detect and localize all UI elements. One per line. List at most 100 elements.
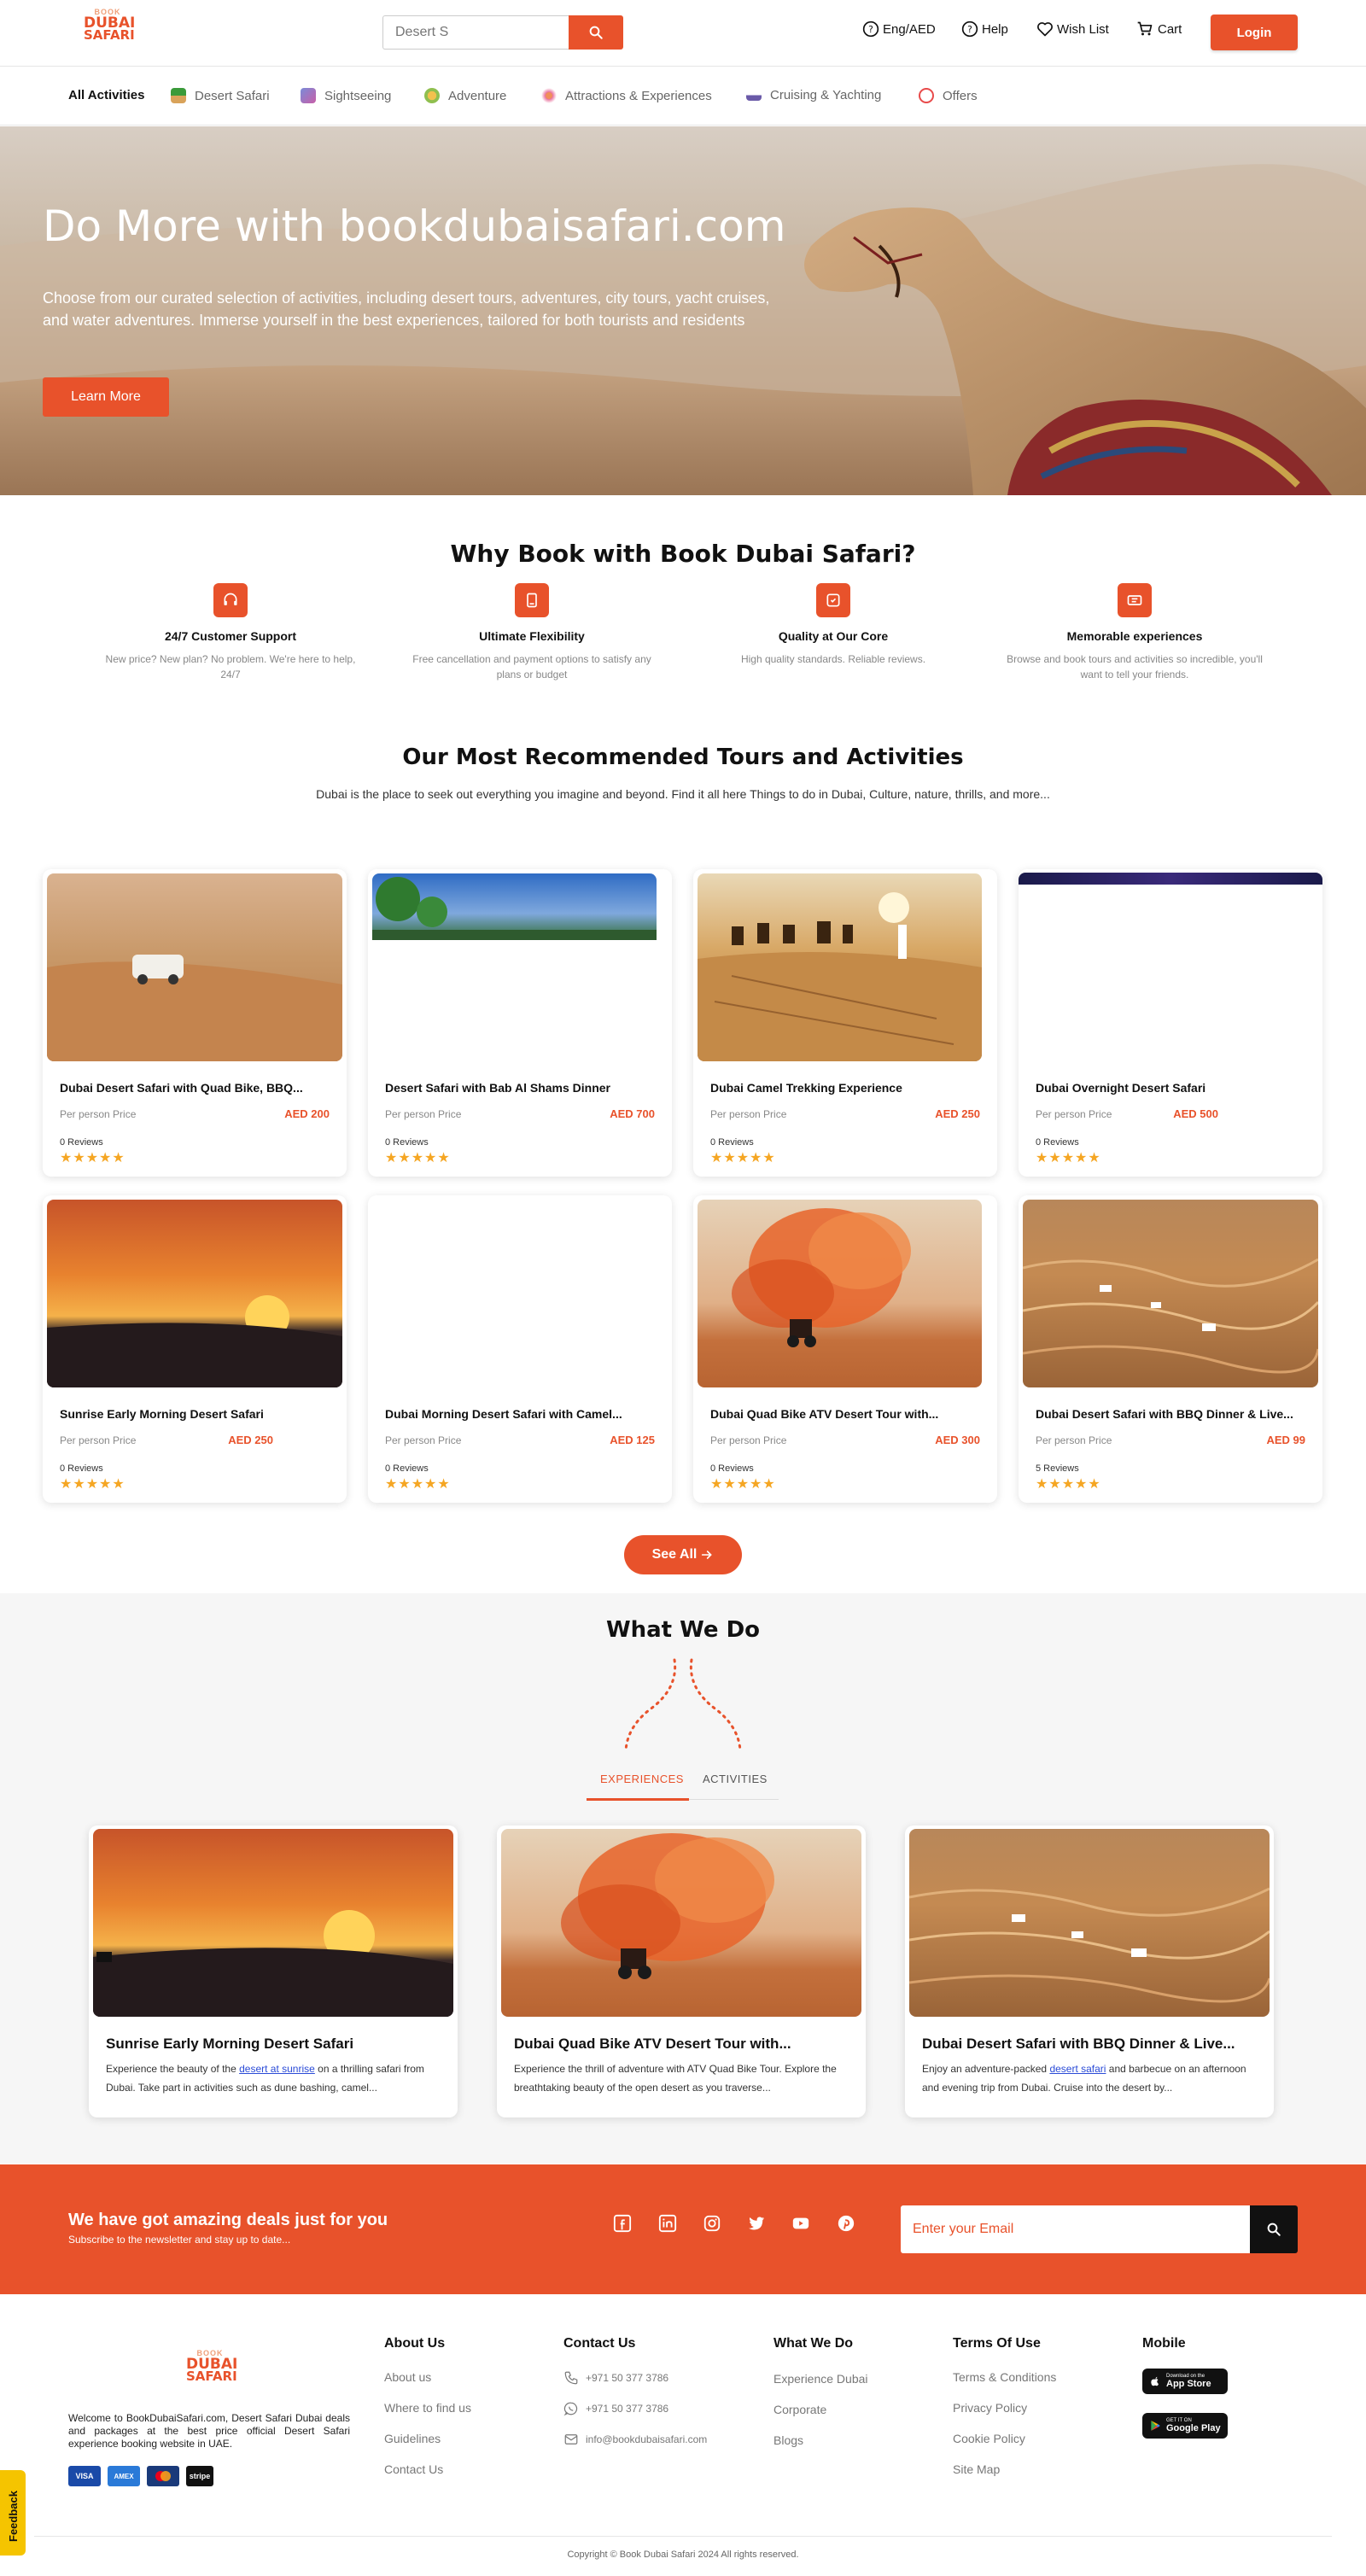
category-offers[interactable]: Offers xyxy=(919,88,978,103)
copyright-text: Copyright © Book Dubai Safari 2024 All r… xyxy=(567,2550,799,2560)
mail-icon xyxy=(564,2434,578,2445)
footer-link-cookie[interactable]: Cookie Policy xyxy=(953,2432,1025,2445)
google-play-button[interactable]: GET IT ON Google Play xyxy=(1142,2413,1228,2439)
footer-link-contact-us[interactable]: Contact Us xyxy=(384,2462,443,2476)
active-tab-indicator xyxy=(587,1798,689,1801)
youtube-icon[interactable] xyxy=(791,2214,810,2233)
price-label: AED 300 xyxy=(935,1434,980,1446)
tour-card[interactable]: Dubai Morning Desert Safari with Camel..… xyxy=(368,1195,672,1503)
footer-link-terms[interactable]: Terms & Conditions xyxy=(953,2370,1056,2384)
what-we-do-title: What We Do xyxy=(605,1617,761,1643)
recommended-subtitle: Dubai is the place to seek out everythin… xyxy=(316,787,1050,801)
category-cruising[interactable]: Cruising & Yachting xyxy=(746,88,881,102)
rating-stars: ★★★★★ xyxy=(1036,1151,1101,1165)
help-button[interactable]: ? Help xyxy=(961,20,1008,38)
phone-icon xyxy=(564,2371,578,2385)
footer-terms-title: Terms Of Use xyxy=(953,2336,1041,2351)
tour-card[interactable]: Dubai Quad Bike ATV Desert Tour with... … xyxy=(693,1195,997,1503)
tour-image xyxy=(1023,1200,1318,1387)
desert-at-sunrise-link[interactable]: desert at sunrise xyxy=(239,2063,315,2075)
tab-experiences[interactable]: EXPERIENCES xyxy=(600,1773,684,1785)
tour-image xyxy=(1019,873,1322,885)
feedback-tab[interactable]: Feedback xyxy=(0,2470,26,2556)
hero-title: Do More with bookdubaisafari.com xyxy=(43,202,786,251)
category-desert-safari[interactable]: Desert Safari xyxy=(171,88,270,103)
instagram-icon[interactable] xyxy=(703,2214,721,2233)
footer-link-experience-dubai[interactable]: Experience Dubai xyxy=(773,2372,868,2386)
feature-flexibility: Ultimate Flexibility Free cancellation a… xyxy=(395,583,668,682)
tour-card[interactable]: Desert Safari with Bab Al Shams Dinner P… xyxy=(368,869,672,1177)
search-button[interactable] xyxy=(569,15,623,50)
category-all-activities[interactable]: All Activities xyxy=(68,88,144,102)
footer-link-blogs[interactable]: Blogs xyxy=(773,2433,803,2447)
category-adventure[interactable]: Adventure xyxy=(424,88,506,103)
yacht-icon xyxy=(746,90,762,101)
rating-stars: ★★★★★ xyxy=(385,1477,451,1492)
headset-icon xyxy=(213,583,248,617)
price-label: AED 700 xyxy=(610,1107,655,1120)
tab-activities[interactable]: ACTIVITIES xyxy=(703,1773,768,1785)
footer-phone-link[interactable]: +971 50 377 3786 xyxy=(563,2370,668,2386)
newsletter-submit-button[interactable] xyxy=(1250,2205,1298,2253)
newsletter-email-input[interactable]: Enter your Email xyxy=(901,2205,1250,2253)
login-button[interactable]: Login xyxy=(1211,15,1298,50)
category-attractions[interactable]: Attractions & Experiences xyxy=(541,88,712,103)
tablet-icon xyxy=(515,583,549,617)
footer-link-about-us[interactable]: About us xyxy=(384,2370,431,2384)
tour-card[interactable]: Dubai Overnight Desert Safari Per person… xyxy=(1019,869,1322,1177)
footer-mobile-title: Mobile xyxy=(1142,2336,1186,2351)
tour-card[interactable]: Dubai Desert Safari with Quad Bike, BBQ.… xyxy=(43,869,347,1177)
linkedin-icon[interactable] xyxy=(658,2214,677,2233)
footer-link-corporate[interactable]: Corporate xyxy=(773,2403,826,2416)
tour-card[interactable]: Sunrise Early Morning Desert Safari Per … xyxy=(43,1195,347,1503)
price-label: AED 250 xyxy=(228,1434,273,1446)
palm-tree-icon xyxy=(171,88,186,103)
tour-image xyxy=(47,1200,342,1387)
experience-card[interactable]: Dubai Desert Safari with BBQ Dinner & Li… xyxy=(905,1825,1274,2117)
facebook-icon[interactable] xyxy=(613,2214,632,2233)
search-input[interactable] xyxy=(382,15,569,50)
recommended-title: Our Most Recommended Tours and Activitie… xyxy=(402,745,964,770)
rating-stars: ★★★★★ xyxy=(60,1477,126,1492)
heart-icon xyxy=(1037,22,1053,37)
language-currency-button[interactable]: ? Eng/AED xyxy=(862,20,936,38)
footer-link-where-to-find[interactable]: Where to find us xyxy=(384,2401,471,2415)
tour-image xyxy=(47,873,342,1061)
rating-stars: ★★★★★ xyxy=(710,1477,776,1492)
pinterest-icon[interactable] xyxy=(837,2214,855,2233)
cart-icon xyxy=(1137,21,1153,36)
category-sightseeing[interactable]: Sightseeing xyxy=(301,88,391,103)
feature-quality: Quality at Our Core High quality standar… xyxy=(697,583,970,667)
app-store-button[interactable]: Download on the App Store xyxy=(1142,2369,1228,2394)
tour-image xyxy=(698,1200,982,1387)
footer-link-guidelines[interactable]: Guidelines xyxy=(384,2432,441,2445)
experience-card[interactable]: Sunrise Early Morning Desert Safari Expe… xyxy=(89,1825,458,2117)
rating-stars: ★★★★★ xyxy=(1036,1477,1101,1492)
footer-about-title: About Us xyxy=(384,2336,446,2351)
newsletter-title: We have got amazing deals just for you xyxy=(68,2211,388,2229)
experience-image xyxy=(93,1829,453,2017)
footer-link-privacy[interactable]: Privacy Policy xyxy=(953,2401,1027,2415)
footer-link-sitemap[interactable]: Site Map xyxy=(953,2462,1000,2476)
footer-whatsapp-link[interactable]: +971 50 377 3786 xyxy=(563,2401,668,2416)
discount-icon xyxy=(919,88,934,103)
svg-text:?: ? xyxy=(967,24,972,35)
see-all-button[interactable]: See All xyxy=(624,1535,742,1574)
tour-image xyxy=(698,873,982,1061)
search-icon xyxy=(589,26,603,39)
price-label: AED 125 xyxy=(610,1434,655,1446)
tour-image xyxy=(372,873,657,940)
price-label: AED 500 xyxy=(1173,1107,1218,1120)
footer-email-link[interactable]: info@bookdubaisafari.com xyxy=(563,2432,707,2447)
twitter-icon[interactable] xyxy=(747,2214,766,2233)
desert-safari-link[interactable]: desert safari xyxy=(1049,2063,1106,2075)
footer-logo[interactable]: BOOK DUBAI SAFARI xyxy=(186,2350,237,2391)
experience-card[interactable]: Dubai Quad Bike ATV Desert Tour with... … xyxy=(497,1825,866,2117)
learn-more-button[interactable]: Learn More xyxy=(43,377,169,417)
rating-stars: ★★★★★ xyxy=(385,1151,451,1165)
tour-card[interactable]: Dubai Camel Trekking Experience Per pers… xyxy=(693,869,997,1177)
cart-button[interactable]: Cart xyxy=(1135,20,1182,38)
wishlist-button[interactable]: Wish List xyxy=(1036,20,1109,38)
site-logo[interactable]: BOOK DUBAI SAFARI xyxy=(84,9,135,50)
tour-card[interactable]: Dubai Desert Safari with BBQ Dinner & Li… xyxy=(1019,1195,1322,1503)
